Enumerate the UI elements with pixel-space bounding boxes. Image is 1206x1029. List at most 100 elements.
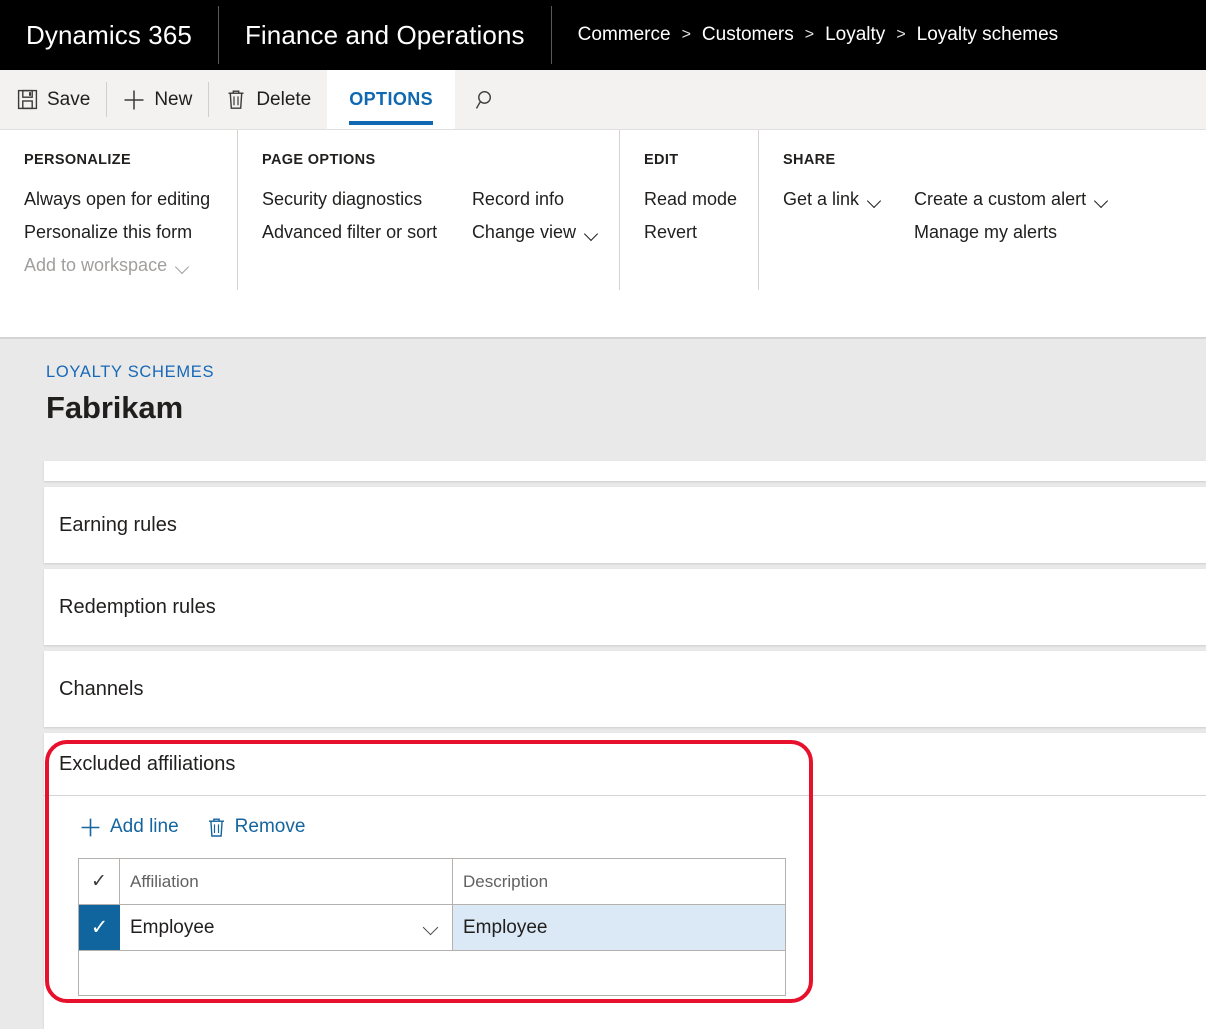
breadcrumb-item-loyalty[interactable]: Loyalty	[825, 24, 885, 46]
option-label: Get a link	[783, 183, 859, 216]
grid-header-row: ✓ Affiliation Description	[79, 859, 785, 905]
option-read-mode[interactable]: Read mode	[644, 183, 737, 216]
select-all-header-cell[interactable]: ✓	[79, 859, 120, 904]
cell-affiliation-value: Employee	[130, 917, 215, 939]
cell-description[interactable]: Employee	[453, 905, 785, 950]
breadcrumb-separator-icon: >	[805, 26, 814, 44]
option-label: Personalize this form	[24, 216, 192, 249]
save-label: Save	[47, 89, 90, 111]
chevron-down-icon	[869, 196, 882, 204]
option-advanced-filter-or-sort[interactable]: Advanced filter or sort	[262, 216, 472, 249]
row-select-checkbox[interactable]: ✓	[79, 905, 120, 950]
breadcrumb-item-loyalty-schemes[interactable]: Loyalty schemes	[917, 24, 1059, 46]
options-group-page-options: PAGE OPTIONS Security diagnostics Advanc…	[237, 130, 619, 290]
options-group-title: PERSONALIZE	[24, 152, 217, 168]
section-header-label: Redemption rules	[44, 569, 1206, 645]
add-line-button[interactable]: Add line	[80, 816, 179, 838]
table-row[interactable]: ✓ Employee Employee	[79, 905, 785, 951]
delete-label: Delete	[256, 89, 311, 111]
option-always-open-for-editing[interactable]: Always open for editing	[24, 183, 210, 216]
remove-label: Remove	[235, 816, 306, 838]
tab-options[interactable]: OPTIONS	[327, 70, 455, 129]
option-label: Advanced filter or sort	[262, 216, 437, 249]
breadcrumb-separator-icon: >	[896, 26, 905, 44]
command-bar: Save New Delete OP	[0, 70, 1206, 130]
search-icon	[475, 89, 497, 111]
breadcrumb-item-customers[interactable]: Customers	[702, 24, 794, 46]
top-navigation-bar: Dynamics 365 Finance and Operations Comm…	[0, 0, 1206, 70]
checkmark-icon: ✓	[91, 917, 109, 938]
chevron-down-icon[interactable]	[424, 923, 438, 932]
option-label: Revert	[644, 216, 697, 249]
options-group-share: SHARE Get a link Create a custom alert M…	[758, 130, 1129, 290]
option-label: Record info	[472, 183, 564, 216]
option-label: Security diagnostics	[262, 183, 422, 216]
cell-affiliation[interactable]: Employee	[120, 905, 453, 950]
tab-options-label: OPTIONS	[349, 89, 433, 110]
options-group-personalize: PERSONALIZE Always open for editing Pers…	[0, 130, 237, 290]
plus-icon	[80, 817, 101, 838]
new-button[interactable]: New	[107, 70, 208, 129]
section-earning-rules[interactable]: Earning rules	[44, 487, 1206, 563]
option-personalize-this-form[interactable]: Personalize this form	[24, 216, 210, 249]
column-header-affiliation[interactable]: Affiliation	[120, 859, 453, 904]
add-line-label: Add line	[110, 816, 179, 838]
trash-icon	[207, 817, 226, 838]
options-group-title: PAGE OPTIONS	[262, 152, 599, 168]
search-button[interactable]	[455, 70, 517, 129]
cell-description-value: Employee	[463, 917, 548, 939]
section-excluded-affiliations: Excluded affiliations Add line	[44, 733, 1206, 1029]
chevron-down-icon	[1096, 196, 1109, 204]
breadcrumb: Commerce > Customers > Loyalty > Loyalty…	[552, 0, 1085, 70]
options-group-edit: EDIT Read mode Revert	[619, 130, 758, 290]
section-redemption-rules[interactable]: Redemption rules	[44, 569, 1206, 645]
chevron-down-icon	[177, 262, 190, 270]
page-header: LOYALTY SCHEMES Fabrikam	[0, 339, 1206, 426]
product-brand[interactable]: Dynamics 365	[0, 0, 218, 70]
checkmark-icon: ✓	[91, 872, 107, 891]
option-label: Read mode	[644, 183, 737, 216]
option-security-diagnostics[interactable]: Security diagnostics	[262, 183, 472, 216]
option-create-a-custom-alert[interactable]: Create a custom alert	[914, 183, 1109, 216]
app-name[interactable]: Finance and Operations	[219, 0, 551, 70]
option-add-to-workspace[interactable]: Add to workspace	[24, 249, 210, 282]
option-label: Change view	[472, 216, 576, 249]
delete-button[interactable]: Delete	[209, 70, 327, 129]
option-label: Add to workspace	[24, 249, 167, 282]
breadcrumb-separator-icon: >	[682, 26, 691, 44]
trash-icon	[225, 89, 247, 111]
new-label: New	[154, 89, 192, 111]
panel-sliver	[44, 461, 1206, 481]
option-label: Always open for editing	[24, 183, 210, 216]
save-button[interactable]: Save	[0, 70, 106, 129]
section-header-label: Earning rules	[44, 487, 1206, 563]
options-group-title: EDIT	[644, 152, 738, 168]
section-header-label: Channels	[44, 651, 1206, 727]
options-panel: PERSONALIZE Always open for editing Pers…	[0, 130, 1206, 338]
options-group-title: SHARE	[783, 152, 1109, 168]
page-title: Fabrikam	[46, 390, 1206, 426]
option-label: Create a custom alert	[914, 183, 1086, 216]
section-header-label[interactable]: Excluded affiliations	[44, 733, 1206, 796]
grid-toolbar: Add line Remove	[44, 796, 1206, 858]
option-change-view[interactable]: Change view	[472, 216, 599, 249]
column-header-label: Affiliation	[130, 872, 199, 892]
column-header-label: Description	[463, 872, 548, 892]
option-get-a-link[interactable]: Get a link	[783, 183, 914, 216]
breadcrumb-item-commerce[interactable]: Commerce	[578, 24, 671, 46]
grid-empty-row	[79, 951, 785, 996]
option-record-info[interactable]: Record info	[472, 183, 599, 216]
option-manage-my-alerts[interactable]: Manage my alerts	[914, 216, 1109, 249]
plus-icon	[123, 89, 145, 111]
column-header-description[interactable]: Description	[453, 859, 785, 904]
chevron-down-icon	[586, 229, 599, 237]
main-content: LOYALTY SCHEMES Fabrikam Earning rules R…	[0, 338, 1206, 1029]
page-eyebrow-link[interactable]: LOYALTY SCHEMES	[46, 363, 1206, 382]
save-icon	[16, 89, 38, 111]
section-channels[interactable]: Channels	[44, 651, 1206, 727]
excluded-affiliations-grid: ✓ Affiliation Description ✓ Employee	[78, 858, 786, 996]
app-root: Dynamics 365 Finance and Operations Comm…	[0, 0, 1206, 1029]
option-label: Manage my alerts	[914, 216, 1057, 249]
remove-button[interactable]: Remove	[207, 816, 306, 838]
option-revert[interactable]: Revert	[644, 216, 737, 249]
